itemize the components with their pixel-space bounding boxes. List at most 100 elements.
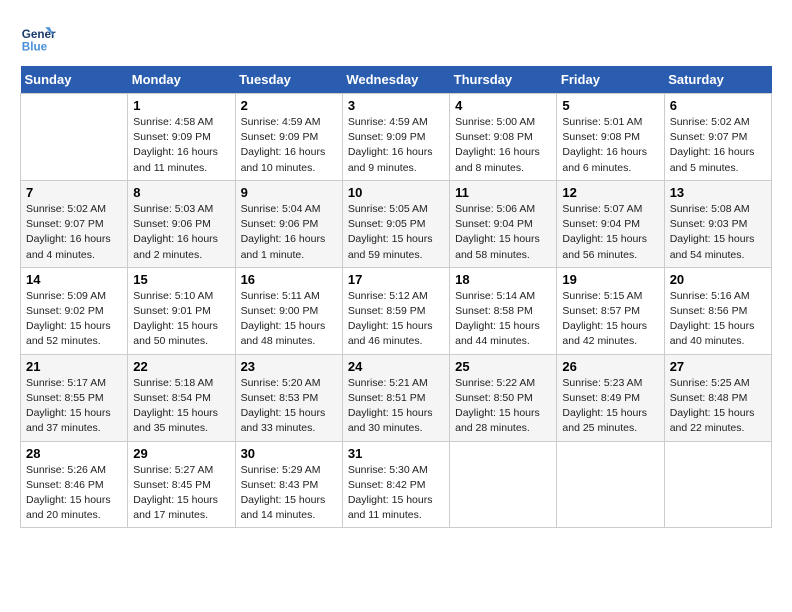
- day-number: 9: [241, 185, 337, 200]
- calendar-cell: 6 Sunrise: 5:02 AMSunset: 9:07 PMDaylight…: [664, 94, 771, 181]
- day-number: 22: [133, 359, 229, 374]
- day-info: Sunrise: 5:25 AMSunset: 8:48 PMDaylight:…: [670, 376, 766, 437]
- calendar-cell: [664, 441, 771, 528]
- calendar-cell: 20 Sunrise: 5:16 AMSunset: 8:56 PMDayligh…: [664, 267, 771, 354]
- day-info: Sunrise: 5:18 AMSunset: 8:54 PMDaylight:…: [133, 376, 229, 437]
- day-number: 31: [348, 446, 444, 461]
- day-info: Sunrise: 5:14 AMSunset: 8:58 PMDaylight:…: [455, 289, 551, 350]
- day-number: 18: [455, 272, 551, 287]
- calendar-cell: 3 Sunrise: 4:59 AMSunset: 9:09 PMDaylight…: [342, 94, 449, 181]
- day-info: Sunrise: 5:22 AMSunset: 8:50 PMDaylight:…: [455, 376, 551, 437]
- page-header: General Blue: [20, 20, 772, 56]
- calendar-cell: 5 Sunrise: 5:01 AMSunset: 9:08 PMDaylight…: [557, 94, 664, 181]
- calendar-cell: 9 Sunrise: 5:04 AMSunset: 9:06 PMDaylight…: [235, 180, 342, 267]
- column-header-friday: Friday: [557, 66, 664, 94]
- day-number: 1: [133, 98, 229, 113]
- calendar-cell: [21, 94, 128, 181]
- day-number: 17: [348, 272, 444, 287]
- calendar-cell: 7 Sunrise: 5:02 AMSunset: 9:07 PMDaylight…: [21, 180, 128, 267]
- calendar-week-row: 14Sunrise: 5:09 AMSunset: 9:02 PMDayligh…: [21, 267, 772, 354]
- calendar-cell: 2Sunrise: 4:59 AMSunset: 9:09 PMDaylight…: [235, 94, 342, 181]
- calendar-cell: 15 Sunrise: 5:10 AMSunset: 9:01 PMDayligh…: [128, 267, 235, 354]
- day-info: Sunrise: 5:00 AMSunset: 9:08 PMDaylight:…: [455, 115, 551, 176]
- calendar-cell: 22 Sunrise: 5:18 AMSunset: 8:54 PMDayligh…: [128, 354, 235, 441]
- calendar-cell: 29 Sunrise: 5:27 AMSunset: 8:45 PMDayligh…: [128, 441, 235, 528]
- day-info: Sunrise: 5:08 AMSunset: 9:03 PMDaylight:…: [670, 202, 766, 263]
- day-number: 27: [670, 359, 766, 374]
- calendar-cell: 8 Sunrise: 5:03 AMSunset: 9:06 PMDaylight…: [128, 180, 235, 267]
- day-number: 23: [241, 359, 337, 374]
- day-number: 21: [26, 359, 122, 374]
- day-info: Sunrise: 5:29 AMSunset: 8:43 PMDaylight:…: [241, 463, 337, 524]
- day-info: Sunrise: 5:16 AMSunset: 8:56 PMDaylight:…: [670, 289, 766, 350]
- calendar-cell: 24Sunrise: 5:21 AMSunset: 8:51 PMDayligh…: [342, 354, 449, 441]
- calendar-cell: 19Sunrise: 5:15 AMSunset: 8:57 PMDayligh…: [557, 267, 664, 354]
- day-number: 6: [670, 98, 766, 113]
- calendar-cell: 18 Sunrise: 5:14 AMSunset: 8:58 PMDayligh…: [450, 267, 557, 354]
- calendar-cell: [557, 441, 664, 528]
- day-info: Sunrise: 5:03 AMSunset: 9:06 PMDaylight:…: [133, 202, 229, 263]
- calendar-header-row: SundayMondayTuesdayWednesdayThursdayFrid…: [21, 66, 772, 94]
- calendar-cell: 10 Sunrise: 5:05 AMSunset: 9:05 PMDayligh…: [342, 180, 449, 267]
- day-number: 30: [241, 446, 337, 461]
- day-number: 7: [26, 185, 122, 200]
- day-number: 10: [348, 185, 444, 200]
- calendar-cell: 27 Sunrise: 5:25 AMSunset: 8:48 PMDayligh…: [664, 354, 771, 441]
- day-info: Sunrise: 5:12 AMSunset: 8:59 PMDaylight:…: [348, 289, 444, 350]
- calendar-cell: 31 Sunrise: 5:30 AMSunset: 8:42 PMDayligh…: [342, 441, 449, 528]
- day-number: 28: [26, 446, 122, 461]
- calendar-cell: 12 Sunrise: 5:07 AMSunset: 9:04 PMDayligh…: [557, 180, 664, 267]
- day-info: Sunrise: 5:27 AMSunset: 8:45 PMDaylight:…: [133, 463, 229, 524]
- calendar-week-row: 28 Sunrise: 5:26 AMSunset: 8:46 PMDayligh…: [21, 441, 772, 528]
- day-number: 16: [241, 272, 337, 287]
- day-info: Sunrise: 5:02 AMSunset: 9:07 PMDaylight:…: [670, 115, 766, 176]
- day-info: Sunrise: 5:01 AMSunset: 9:08 PMDaylight:…: [562, 115, 658, 176]
- day-number: 8: [133, 185, 229, 200]
- calendar-cell: 26Sunrise: 5:23 AMSunset: 8:49 PMDayligh…: [557, 354, 664, 441]
- calendar-cell: 4Sunrise: 5:00 AMSunset: 9:08 PMDaylight…: [450, 94, 557, 181]
- calendar-cell: 1 Sunrise: 4:58 AMSunset: 9:09 PMDaylight…: [128, 94, 235, 181]
- day-info: Sunrise: 5:04 AMSunset: 9:06 PMDaylight:…: [241, 202, 337, 263]
- day-info: Sunrise: 5:30 AMSunset: 8:42 PMDaylight:…: [348, 463, 444, 524]
- day-info: Sunrise: 5:26 AMSunset: 8:46 PMDaylight:…: [26, 463, 122, 524]
- day-info: Sunrise: 5:17 AMSunset: 8:55 PMDaylight:…: [26, 376, 122, 437]
- svg-text:Blue: Blue: [22, 41, 48, 54]
- day-number: 13: [670, 185, 766, 200]
- column-header-saturday: Saturday: [664, 66, 771, 94]
- day-number: 12: [562, 185, 658, 200]
- day-info: Sunrise: 5:10 AMSunset: 9:01 PMDaylight:…: [133, 289, 229, 350]
- day-info: Sunrise: 5:11 AMSunset: 9:00 PMDaylight:…: [241, 289, 337, 350]
- day-number: 25: [455, 359, 551, 374]
- column-header-monday: Monday: [128, 66, 235, 94]
- day-number: 29: [133, 446, 229, 461]
- column-header-wednesday: Wednesday: [342, 66, 449, 94]
- calendar-cell: 17 Sunrise: 5:12 AMSunset: 8:59 PMDayligh…: [342, 267, 449, 354]
- day-info: Sunrise: 5:02 AMSunset: 9:07 PMDaylight:…: [26, 202, 122, 263]
- day-info: Sunrise: 5:07 AMSunset: 9:04 PMDaylight:…: [562, 202, 658, 263]
- day-number: 11: [455, 185, 551, 200]
- calendar-cell: 23 Sunrise: 5:20 AMSunset: 8:53 PMDayligh…: [235, 354, 342, 441]
- calendar-cell: 14Sunrise: 5:09 AMSunset: 9:02 PMDayligh…: [21, 267, 128, 354]
- day-number: 3: [348, 98, 444, 113]
- calendar-cell: 11Sunrise: 5:06 AMSunset: 9:04 PMDayligh…: [450, 180, 557, 267]
- day-info: Sunrise: 4:59 AMSunset: 9:09 PMDaylight:…: [241, 115, 337, 176]
- calendar-week-row: 1 Sunrise: 4:58 AMSunset: 9:09 PMDaylight…: [21, 94, 772, 181]
- calendar-week-row: 21 Sunrise: 5:17 AMSunset: 8:55 PMDayligh…: [21, 354, 772, 441]
- day-number: 14: [26, 272, 122, 287]
- calendar-cell: 30 Sunrise: 5:29 AMSunset: 8:43 PMDayligh…: [235, 441, 342, 528]
- logo: General Blue: [20, 20, 62, 56]
- day-number: 20: [670, 272, 766, 287]
- day-number: 26: [562, 359, 658, 374]
- day-number: 19: [562, 272, 658, 287]
- column-header-sunday: Sunday: [21, 66, 128, 94]
- day-info: Sunrise: 5:20 AMSunset: 8:53 PMDaylight:…: [241, 376, 337, 437]
- day-number: 5: [562, 98, 658, 113]
- logo-icon: General Blue: [20, 20, 56, 56]
- day-number: 15: [133, 272, 229, 287]
- calendar-cell: 28 Sunrise: 5:26 AMSunset: 8:46 PMDayligh…: [21, 441, 128, 528]
- column-header-thursday: Thursday: [450, 66, 557, 94]
- day-info: Sunrise: 5:05 AMSunset: 9:05 PMDaylight:…: [348, 202, 444, 263]
- day-info: Sunrise: 4:58 AMSunset: 9:09 PMDaylight:…: [133, 115, 229, 176]
- day-info: Sunrise: 4:59 AMSunset: 9:09 PMDaylight:…: [348, 115, 444, 176]
- calendar-cell: 21 Sunrise: 5:17 AMSunset: 8:55 PMDayligh…: [21, 354, 128, 441]
